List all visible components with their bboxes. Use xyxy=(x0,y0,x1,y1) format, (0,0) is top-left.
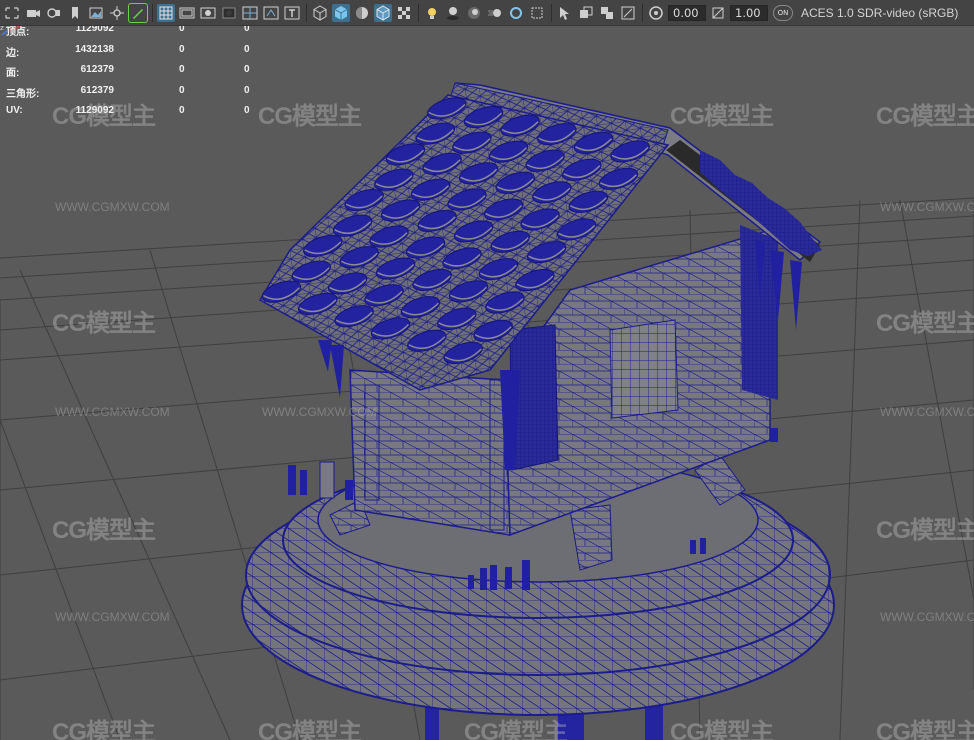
smooth-shade-icon[interactable] xyxy=(332,3,350,22)
hud-value: 1129092 xyxy=(75,105,114,116)
watermark-logo: CG模型主 xyxy=(876,719,974,740)
depth-of-field-icon[interactable] xyxy=(528,4,546,22)
toolbar-divider xyxy=(551,3,552,22)
watermark-url: WWW.CGMXW.COM xyxy=(880,200,974,214)
watermark-url: WWW.CGMXW.COM xyxy=(262,405,377,419)
safe-title-icon[interactable] xyxy=(283,4,301,22)
watermark-logo: CG模型主 xyxy=(876,103,974,130)
image-plane-icon[interactable] xyxy=(87,4,105,22)
exposure-reset-icon[interactable] xyxy=(647,4,665,22)
hud-value: 612379 xyxy=(80,84,114,96)
watermark-url: WWW.CGMXW.COM xyxy=(880,610,974,624)
watermark-logo: CG模型主 xyxy=(52,719,156,740)
hud-label: UV: xyxy=(6,105,23,116)
watermark-logo: CG模型主 xyxy=(670,719,774,740)
exposure-field[interactable] xyxy=(668,4,706,21)
view-transform-label[interactable]: ACES 1.0 SDR-video (sRGB) xyxy=(801,6,958,20)
color-management-toggle[interactable]: ON xyxy=(773,4,793,21)
gamma-toggle-icon[interactable] xyxy=(709,4,727,22)
watermark-logo: CG模型主 xyxy=(670,103,774,130)
isolate-select-icon[interactable] xyxy=(3,4,21,22)
hud-value: 0 xyxy=(179,64,185,75)
toolbar-divider xyxy=(418,3,419,22)
xray-active-icon[interactable] xyxy=(619,4,637,22)
resolution-gate-icon[interactable] xyxy=(199,4,217,22)
watermark-logo: CG模型主 xyxy=(876,310,974,337)
color-management-badge: ON xyxy=(777,8,789,17)
viewport-3d[interactable]: CG模型主 CG模型主 CG模型主 CG模型主 CG模型主 CG模型主 CG模型… xyxy=(0,0,974,740)
isolate-icon[interactable] xyxy=(556,4,574,22)
watermark-logo: CG模型主 xyxy=(258,719,362,740)
film-gate-icon[interactable] xyxy=(178,4,196,22)
toolbar-divider xyxy=(642,3,643,22)
hud-label: 边: xyxy=(6,47,20,59)
field-chart-icon[interactable] xyxy=(241,4,259,22)
xray-joints-icon[interactable] xyxy=(598,4,616,22)
multisample-aa-icon[interactable] xyxy=(507,4,525,22)
hud-value: 0 xyxy=(179,84,185,96)
gamma-field[interactable] xyxy=(730,4,768,21)
viewport-toolbar: ON ACES 1.0 SDR-video (sRGB) xyxy=(0,0,974,26)
hud-value: 612379 xyxy=(80,64,114,75)
bookmark-icon[interactable] xyxy=(66,4,84,22)
move-pivot-icon[interactable] xyxy=(108,4,126,22)
motion-blur-icon[interactable] xyxy=(486,4,504,22)
grease-pencil-icon[interactable] xyxy=(128,2,148,23)
watermark-url: WWW.CGMXW.COM xyxy=(55,610,170,624)
hud-value: 0 xyxy=(244,105,250,116)
wireframe-on-shaded-icon[interactable] xyxy=(374,3,392,22)
hud-label: 面: xyxy=(6,68,20,79)
watermark-url: WWW.CGMXW.COM xyxy=(55,405,170,419)
watermark-logo: CG模型主 xyxy=(52,517,156,544)
hud-value: 0 xyxy=(244,84,250,96)
camera-attributes-icon[interactable] xyxy=(45,4,63,22)
grid-icon[interactable] xyxy=(157,3,175,22)
hud-value: 1432138 xyxy=(75,43,114,55)
watermark-logo: CG模型主 xyxy=(464,719,568,740)
watermark-logo: CG模型主 xyxy=(876,517,974,544)
watermark-logo: CG模型主 xyxy=(52,310,156,337)
watermark-url: WWW.CGMXW.COM xyxy=(55,200,170,214)
shadows-icon[interactable] xyxy=(444,4,462,22)
hud-value: 0 xyxy=(244,43,250,55)
camera-icon[interactable] xyxy=(24,4,42,22)
safe-action-icon[interactable] xyxy=(262,4,280,22)
hud-value: 0 xyxy=(179,105,185,116)
xray-icon[interactable] xyxy=(577,4,595,22)
gate-mask-icon[interactable] xyxy=(220,4,238,22)
textured-icon[interactable] xyxy=(395,4,413,22)
hud-value: 0 xyxy=(179,43,185,55)
screen-space-ao-icon[interactable] xyxy=(465,4,483,22)
watermark-logo: CG模型主 xyxy=(258,103,362,130)
wireframe-icon[interactable] xyxy=(311,4,329,22)
default-material-icon[interactable] xyxy=(353,4,371,22)
watermark-url: WWW.CGMXW.COM xyxy=(880,405,974,419)
toolbar-divider xyxy=(152,3,153,22)
use-all-lights-icon[interactable] xyxy=(423,4,441,22)
hud-value: 0 xyxy=(244,64,250,75)
toolbar-divider xyxy=(306,3,307,22)
